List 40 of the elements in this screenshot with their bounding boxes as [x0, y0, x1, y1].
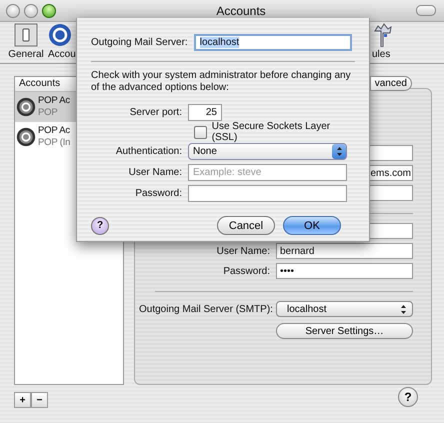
toolbar-toggle-button[interactable] — [416, 5, 436, 16]
field-label: User Name: — [128, 167, 183, 178]
dialog-button[interactable]: Cancel — [217, 216, 275, 235]
port-field[interactable]: 25 — [188, 104, 222, 121]
window-title: Accounts — [215, 4, 267, 18]
tab[interactable]: vanced — [370, 76, 412, 91]
field-label: Server port: — [128, 107, 183, 118]
field-label: Outgoing Mail Server: — [91, 37, 189, 48]
field-label: Authentication: — [114, 146, 183, 157]
checkbox-label: Use Secure Sockets Layer (SSL) — [212, 121, 332, 143]
account-type: POP — [38, 107, 58, 119]
updown-arrows-icon — [332, 144, 346, 159]
field-label: Outgoing Mail Server (SMTP): — [139, 304, 274, 314]
account-name: POP Ac — [38, 95, 70, 107]
dialog-button[interactable]: OK — [283, 216, 341, 235]
authentication-popup[interactable]: None — [188, 143, 347, 160]
account-name: POP Ac — [38, 125, 70, 137]
signpost-icon — [372, 23, 392, 47]
toolbar-item[interactable]: ules — [372, 23, 392, 60]
ssl-checkbox[interactable] — [194, 126, 207, 138]
field-label: User Name: — [216, 246, 271, 256]
light-switch-icon — [14, 23, 38, 47]
field-label: Password: — [134, 188, 183, 199]
toolbar-item[interactable]: Accou — [48, 23, 76, 60]
account-icon — [48, 23, 72, 47]
server-field[interactable]: localhost — [194, 34, 352, 51]
user-name-field[interactable]: Example: steve — [188, 164, 347, 181]
password-field[interactable] — [188, 185, 347, 202]
toolbar-item[interactable]: General — [6, 23, 46, 60]
account-icon — [16, 97, 36, 117]
text-field[interactable]: bernard — [276, 243, 413, 259]
server-settings-button[interactable]: Server Settings… — [276, 323, 413, 339]
text-field[interactable]: •••• — [276, 263, 413, 279]
field-label: Password: — [222, 266, 271, 276]
account-type: POP (In — [38, 137, 70, 149]
list-button[interactable]: + — [14, 392, 31, 408]
list-button[interactable]: − — [31, 392, 48, 408]
help-button[interactable]: ? — [398, 387, 418, 407]
server-popup[interactable]: localhost — [276, 301, 413, 317]
help-button[interactable]: ? — [91, 216, 109, 234]
